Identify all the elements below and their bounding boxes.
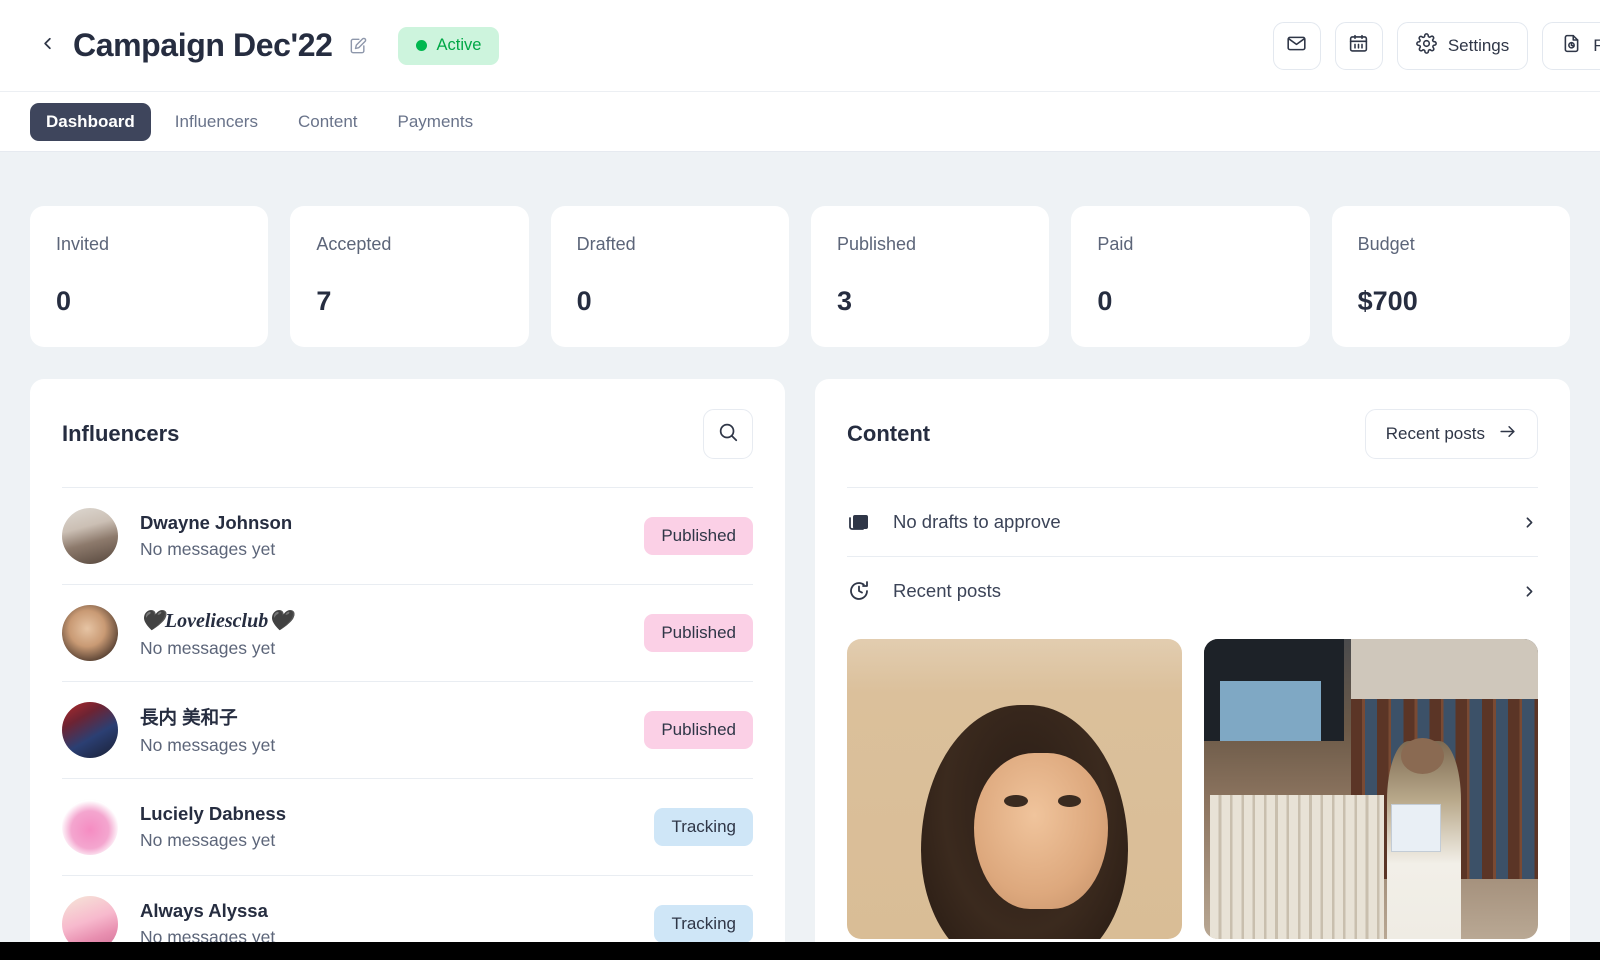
influencer-message-status: No messages yet xyxy=(140,637,276,658)
influencer-info: Always Alyssa No messages yet xyxy=(140,900,632,942)
avatar xyxy=(62,508,118,564)
influencers-panel-title: Influencers xyxy=(62,421,180,446)
status-badge: Active xyxy=(397,26,500,65)
influencer-info: Dwayne Johnson No messages yet xyxy=(140,512,622,560)
stat-value: 0 xyxy=(576,286,592,316)
campaign-dashboard-page: Campaign Dec'22 Active Settings R Dashbo… xyxy=(0,0,1600,942)
table-row[interactable]: Dwayne Johnson No messages yet Published xyxy=(62,487,753,584)
influencers-panel-header: Influencers xyxy=(62,409,753,487)
influencer-name: 🖤Loveliesclub🖤 xyxy=(140,609,294,632)
report-button-label: Re xyxy=(1593,35,1600,55)
thumb-portrait-man[interactable] xyxy=(847,639,1182,939)
gear-icon xyxy=(1416,32,1437,59)
calendar-button[interactable] xyxy=(1334,21,1383,70)
stats-row: Invited 0 Accepted 7 Drafted 0 Published… xyxy=(0,206,1600,347)
list-item-no-drafts[interactable]: No drafts to approve xyxy=(847,487,1538,556)
table-row[interactable]: Always Alyssa No messages yet Tracking xyxy=(62,875,753,942)
main-content: Invited 0 Accepted 7 Drafted 0 Published… xyxy=(0,152,1600,942)
panels-row: Influencers Dwayne Johnson No messages y… xyxy=(0,379,1600,942)
status-badge: Tracking xyxy=(654,905,753,942)
chevron-left-icon xyxy=(38,34,57,58)
stat-value: $700 xyxy=(1357,286,1418,316)
stat-card-drafted: Drafted 0 xyxy=(550,206,789,347)
influencer-message-status: No messages yet xyxy=(140,735,276,755)
stat-label: Accepted xyxy=(316,234,392,254)
recent-posts-button[interactable]: Recent posts xyxy=(1364,409,1538,459)
mail-icon xyxy=(1286,33,1307,59)
report-document-icon xyxy=(1561,33,1582,59)
avatar xyxy=(62,896,118,942)
status-badge: Published xyxy=(644,517,753,555)
stat-card-budget: Budget $700 xyxy=(1331,206,1570,347)
stat-label: Budget xyxy=(1357,234,1415,254)
table-row[interactable]: 長内 美和子 No messages yet Published xyxy=(62,681,753,778)
list-item-label: No drafts to approve xyxy=(893,511,1061,532)
influencer-message-status: No messages yet xyxy=(140,539,276,559)
clock-icon xyxy=(847,579,873,603)
arrow-right-icon xyxy=(1498,422,1517,446)
table-row[interactable]: 🖤Loveliesclub🖤 No messages yet Published xyxy=(62,584,753,681)
content-panel: Content Recent posts No drafts to approv… xyxy=(815,379,1570,942)
influencer-name: Dwayne Johnson xyxy=(140,512,293,533)
list-item-label: Recent posts xyxy=(893,580,1001,601)
stat-card-accepted: Accepted 7 xyxy=(290,206,529,347)
back-button[interactable] xyxy=(30,29,64,63)
influencer-message-status: No messages yet xyxy=(140,927,276,942)
avatar xyxy=(62,799,118,855)
influencers-panel: Influencers Dwayne Johnson No messages y… xyxy=(30,379,785,942)
content-thumbnails xyxy=(847,625,1538,939)
stat-card-paid: Paid 0 xyxy=(1071,206,1310,347)
calendar-icon xyxy=(1348,33,1369,59)
search-icon xyxy=(717,421,739,448)
thumb-store-display[interactable] xyxy=(1203,639,1538,939)
image-icon xyxy=(847,510,873,534)
avatar xyxy=(62,605,118,661)
stat-value: 3 xyxy=(836,286,853,316)
content-panel-header: Content Recent posts xyxy=(847,409,1538,487)
header-actions: Settings Re xyxy=(1272,21,1600,70)
mail-button[interactable] xyxy=(1272,21,1321,70)
settings-button-label: Settings xyxy=(1447,35,1510,55)
window-bottom-bar xyxy=(0,942,1600,960)
stat-card-published: Published 3 xyxy=(810,206,1050,347)
influencer-message-status: No messages yet xyxy=(140,830,276,850)
influencer-info: 長内 美和子 No messages yet xyxy=(140,704,622,756)
influencer-name: Luciely Dabness xyxy=(140,803,287,824)
status-dot-icon xyxy=(415,40,427,51)
influencer-name: Always Alyssa xyxy=(140,900,268,921)
page-header: Campaign Dec'22 Active Settings R xyxy=(0,0,1600,92)
tab-content[interactable]: Content xyxy=(282,103,374,141)
content-panel-title: Content xyxy=(847,421,931,446)
stat-label: Paid xyxy=(1097,234,1134,254)
stat-label: Published xyxy=(836,234,917,254)
tab-influencers[interactable]: Influencers xyxy=(159,103,274,141)
stat-value: 7 xyxy=(316,286,332,316)
stat-value: 0 xyxy=(1097,286,1113,316)
influencer-search-button[interactable] xyxy=(703,409,753,459)
chevron-right-icon xyxy=(1521,583,1538,600)
stat-label: Invited xyxy=(56,234,110,254)
influencer-info: Luciely Dabness No messages yet xyxy=(140,803,632,851)
stat-value: 0 xyxy=(56,286,72,316)
tab-bar: Dashboard Influencers Content Payments xyxy=(0,92,1600,152)
tab-dashboard[interactable]: Dashboard xyxy=(30,102,151,141)
page-title: Campaign Dec'22 xyxy=(73,27,333,63)
stat-card-invited: Invited 0 xyxy=(30,206,269,347)
tab-payments[interactable]: Payments xyxy=(382,103,490,141)
list-item-recent-posts[interactable]: Recent posts xyxy=(847,556,1538,625)
status-badge: Published xyxy=(644,614,753,652)
edit-pencil-icon[interactable] xyxy=(348,36,368,56)
status-badge: Published xyxy=(644,711,753,749)
status-label: Active xyxy=(436,36,482,54)
report-button[interactable]: Re xyxy=(1542,21,1600,70)
stat-label: Drafted xyxy=(576,234,636,254)
recent-posts-button-label: Recent posts xyxy=(1385,424,1485,443)
avatar xyxy=(62,702,118,758)
influencer-info: 🖤Loveliesclub🖤 No messages yet xyxy=(140,608,622,659)
table-row[interactable]: Luciely Dabness No messages yet Tracking xyxy=(62,778,753,875)
settings-button[interactable]: Settings xyxy=(1396,21,1529,70)
influencer-name: 長内 美和子 xyxy=(140,707,238,728)
chevron-right-icon xyxy=(1521,514,1538,531)
status-badge: Tracking xyxy=(654,808,753,846)
